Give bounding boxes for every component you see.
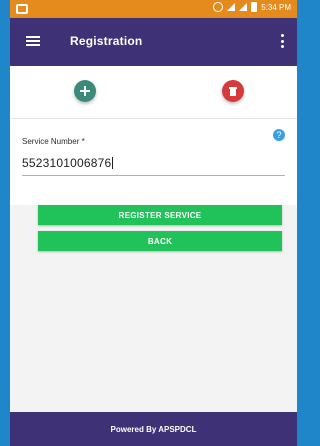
service-number-label: Service Number *	[22, 137, 85, 146]
service-number-input[interactable]: 5523101006876	[22, 156, 114, 170]
app-screen: 5:34 PM Registration Service Number * ? …	[10, 0, 297, 446]
trash-icon	[229, 87, 237, 96]
menu-icon[interactable]	[26, 36, 40, 46]
text-caret	[112, 157, 114, 169]
service-number-form: Service Number * ? 5523101006876	[10, 119, 297, 205]
action-row	[10, 66, 297, 119]
signal-icon-2	[239, 3, 248, 11]
more-options-icon[interactable]	[281, 34, 285, 48]
footer-text: Powered By APSPDCL	[110, 424, 197, 434]
battery-icon	[251, 2, 258, 12]
delete-button[interactable]	[222, 80, 244, 102]
info-icon[interactable]: ?	[273, 129, 285, 141]
alarm-icon	[213, 2, 224, 12]
footer: Powered By APSPDCL	[10, 412, 297, 446]
page-title: Registration	[70, 34, 143, 48]
add-button[interactable]	[74, 80, 96, 102]
notification-icon	[16, 4, 28, 14]
register-service-button[interactable]: REGISTER SERVICE	[38, 205, 282, 225]
back-button[interactable]: BACK	[38, 231, 282, 251]
app-bar: Registration	[10, 18, 297, 66]
input-underline	[22, 175, 285, 176]
status-bar: 5:34 PM	[10, 0, 297, 18]
service-number-value: 5523101006876	[22, 156, 112, 170]
status-time: 5:34 PM	[261, 2, 291, 12]
signal-icon	[227, 3, 236, 11]
plus-icon	[80, 86, 90, 96]
status-icons: 5:34 PM	[213, 2, 291, 12]
